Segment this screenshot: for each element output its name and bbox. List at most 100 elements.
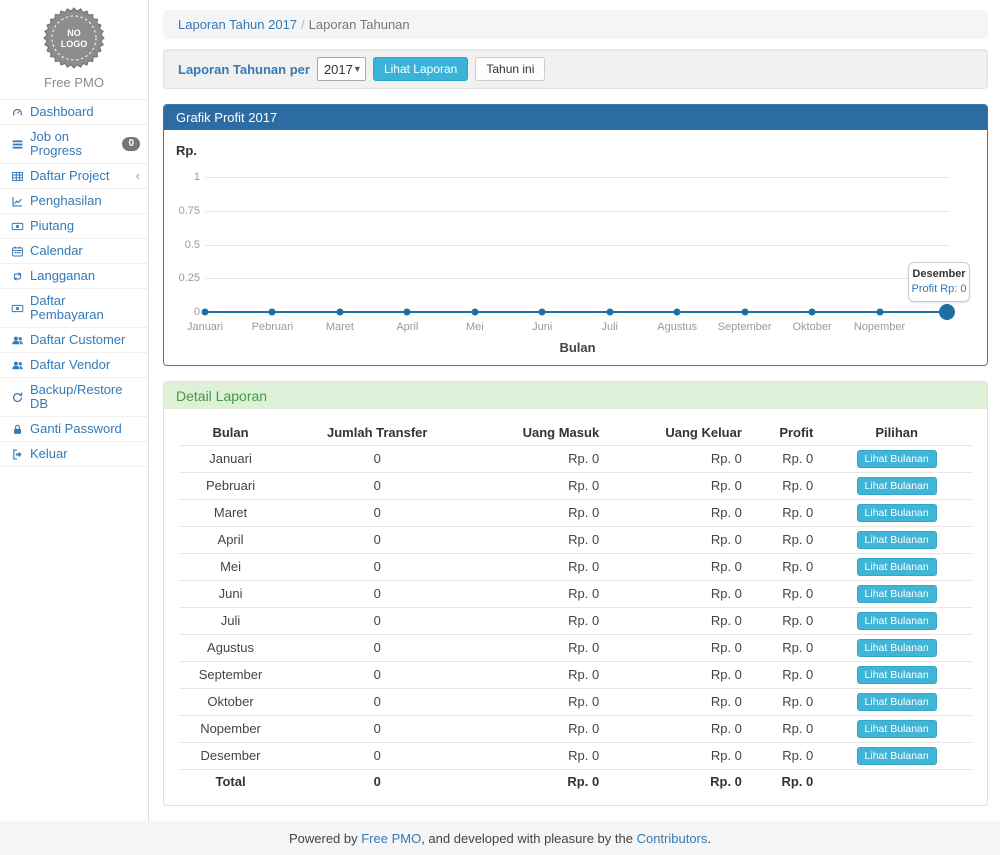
sidebar: NOLOGO Free PMO DashboardJob on Progress… (0, 0, 149, 821)
table-cell: 0 (282, 553, 472, 580)
dashboard-icon (10, 106, 24, 119)
table-cell: Rp. 0 (607, 580, 750, 607)
table-cell: 0 (282, 634, 472, 661)
chart-point-juni[interactable] (539, 309, 546, 316)
table-header-row: BulanJumlah TransferUang MasukUang Kelua… (179, 421, 972, 445)
chart-point-pebruari[interactable] (269, 309, 276, 316)
this-year-button[interactable]: Tahun ini (475, 57, 545, 81)
table-cell: Rp. 0 (472, 499, 607, 526)
year-select[interactable]: 2017 ▼ (317, 57, 366, 81)
sidebar-item-label: Keluar (30, 447, 68, 461)
table-row-oktober: Oktober0Rp. 0Rp. 0Rp. 0Lihat Bulanan (179, 688, 972, 715)
table-cell: 0 (282, 472, 472, 499)
y-axis-tick-label: 0.25 (164, 272, 200, 284)
table-cell: Rp. 0 (472, 688, 607, 715)
footer-link-freepmo[interactable]: Free PMO (361, 831, 421, 846)
table-cell: Rp. 0 (607, 553, 750, 580)
table-row-nopember: Nopember0Rp. 0Rp. 0Rp. 0Lihat Bulanan (179, 715, 972, 742)
view-monthly-button-maret[interactable]: Lihat Bulanan (857, 504, 937, 522)
table-cell: Rp. 0 (472, 526, 607, 553)
column-header-bulan: Bulan (179, 421, 282, 445)
table-row-juni: Juni0Rp. 0Rp. 0Rp. 0Lihat Bulanan (179, 580, 972, 607)
sidebar-item-job-on-progress[interactable]: Job on Progress0 (0, 125, 148, 164)
view-monthly-button-agustus[interactable]: Lihat Bulanan (857, 639, 937, 657)
table-cell: Nopember (179, 715, 282, 742)
chart-point-januari[interactable] (202, 309, 209, 316)
sidebar-item-daftar-customer[interactable]: Daftar Customer (0, 328, 148, 353)
breadcrumb-separator: / (297, 17, 309, 32)
table-cell: April (179, 526, 282, 553)
table-cell: Rp. 0 (607, 499, 750, 526)
table-cell: Rp. 0 (607, 472, 750, 499)
chart-panel-title: Grafik Profit 2017 (164, 105, 987, 130)
y-axis-tick-label: 0 (164, 306, 200, 318)
table-cell-action: Lihat Bulanan (821, 553, 972, 580)
table-cell: Rp. 0 (750, 553, 821, 580)
breadcrumb: Laporan Tahun 2017/Laporan Tahunan (163, 10, 988, 39)
chart-point-nopember[interactable] (876, 309, 883, 316)
column-header-jumlah-transfer: Jumlah Transfer (282, 421, 472, 445)
table-total-cell: 0 (282, 769, 472, 793)
table-cell: Rp. 0 (750, 715, 821, 742)
sidebar-item-ganti-password[interactable]: Ganti Password (0, 417, 148, 442)
chart-y-axis-title: Rp. (176, 143, 197, 158)
sidebar-item-daftar-pembayaran[interactable]: Daftar Pembayaran (0, 289, 148, 328)
view-monthly-button-april[interactable]: Lihat Bulanan (857, 531, 937, 549)
sidebar-item-daftar-project[interactable]: Daftar Project‹ (0, 164, 148, 189)
view-monthly-button-nopember[interactable]: Lihat Bulanan (857, 720, 937, 738)
sidebar-item-penghasilan[interactable]: Penghasilan (0, 189, 148, 214)
sidebar-item-langganan[interactable]: Langganan (0, 264, 148, 289)
footer-text-middle: , and developed with pleasure by the (421, 831, 636, 846)
sidebar-item-label: Backup/Restore DB (30, 383, 140, 411)
money-icon (10, 220, 24, 233)
breadcrumb-current: Laporan Tahunan (309, 17, 410, 32)
view-monthly-button-mei[interactable]: Lihat Bulanan (857, 558, 937, 576)
view-monthly-button-januari[interactable]: Lihat Bulanan (857, 450, 937, 468)
lock-icon (10, 423, 24, 436)
chart-x-axis-title: Bulan (205, 340, 950, 355)
sidebar-item-keluar[interactable]: Keluar (0, 442, 148, 467)
footer-link-contributors[interactable]: Contributors (637, 831, 708, 846)
no-logo-image: NOLOGO (42, 6, 106, 70)
chart-point-agustus[interactable] (674, 309, 681, 316)
table-cell: Rp. 0 (472, 742, 607, 769)
view-monthly-button-juli[interactable]: Lihat Bulanan (857, 612, 937, 630)
view-monthly-button-juni[interactable]: Lihat Bulanan (857, 585, 937, 603)
table-total-cell: Rp. 0 (472, 769, 607, 793)
table-cell: Oktober (179, 688, 282, 715)
brand-name: Free PMO (0, 75, 148, 90)
view-monthly-button-september[interactable]: Lihat Bulanan (857, 666, 937, 684)
chart-point-juli[interactable] (606, 309, 613, 316)
chevron-left-icon: ‹ (136, 171, 140, 181)
breadcrumb-link[interactable]: Laporan Tahun 2017 (178, 17, 297, 32)
detail-panel-title: Detail Laporan (164, 382, 987, 409)
sidebar-item-piutang[interactable]: Piutang (0, 214, 148, 239)
table-cell: Rp. 0 (750, 580, 821, 607)
table-icon (10, 170, 24, 183)
retweet-icon (10, 270, 24, 283)
view-monthly-button-oktober[interactable]: Lihat Bulanan (857, 693, 937, 711)
table-cell: Rp. 0 (750, 472, 821, 499)
chart-point-mei[interactable] (471, 309, 478, 316)
view-report-button[interactable]: Lihat Laporan (373, 57, 468, 81)
sidebar-item-backup-restore-db[interactable]: Backup/Restore DB (0, 378, 148, 417)
view-monthly-button-pebruari[interactable]: Lihat Bulanan (857, 477, 937, 495)
chart-point-september[interactable] (741, 309, 748, 316)
table-cell: Pebruari (179, 472, 282, 499)
sidebar-item-label: Daftar Pembayaran (30, 294, 140, 322)
view-monthly-button-desember[interactable]: Lihat Bulanan (857, 747, 937, 765)
chart-point-april[interactable] (404, 309, 411, 316)
table-cell: 0 (282, 445, 472, 472)
table-cell: Rp. 0 (472, 553, 607, 580)
table-cell: Rp. 0 (750, 634, 821, 661)
sidebar-item-dashboard[interactable]: Dashboard (0, 100, 148, 125)
sidebar-item-daftar-vendor[interactable]: Daftar Vendor (0, 353, 148, 378)
chart-point-oktober[interactable] (809, 309, 816, 316)
chart-point-desember[interactable] (939, 304, 955, 320)
logo-area: NOLOGO Free PMO (0, 0, 148, 100)
chart-point-maret[interactable] (336, 309, 343, 316)
table-total-cell: Rp. 0 (750, 769, 821, 793)
sidebar-item-calendar[interactable]: Calendar (0, 239, 148, 264)
table-cell: September (179, 661, 282, 688)
detail-panel-body: BulanJumlah TransferUang MasukUang Kelua… (164, 409, 987, 805)
